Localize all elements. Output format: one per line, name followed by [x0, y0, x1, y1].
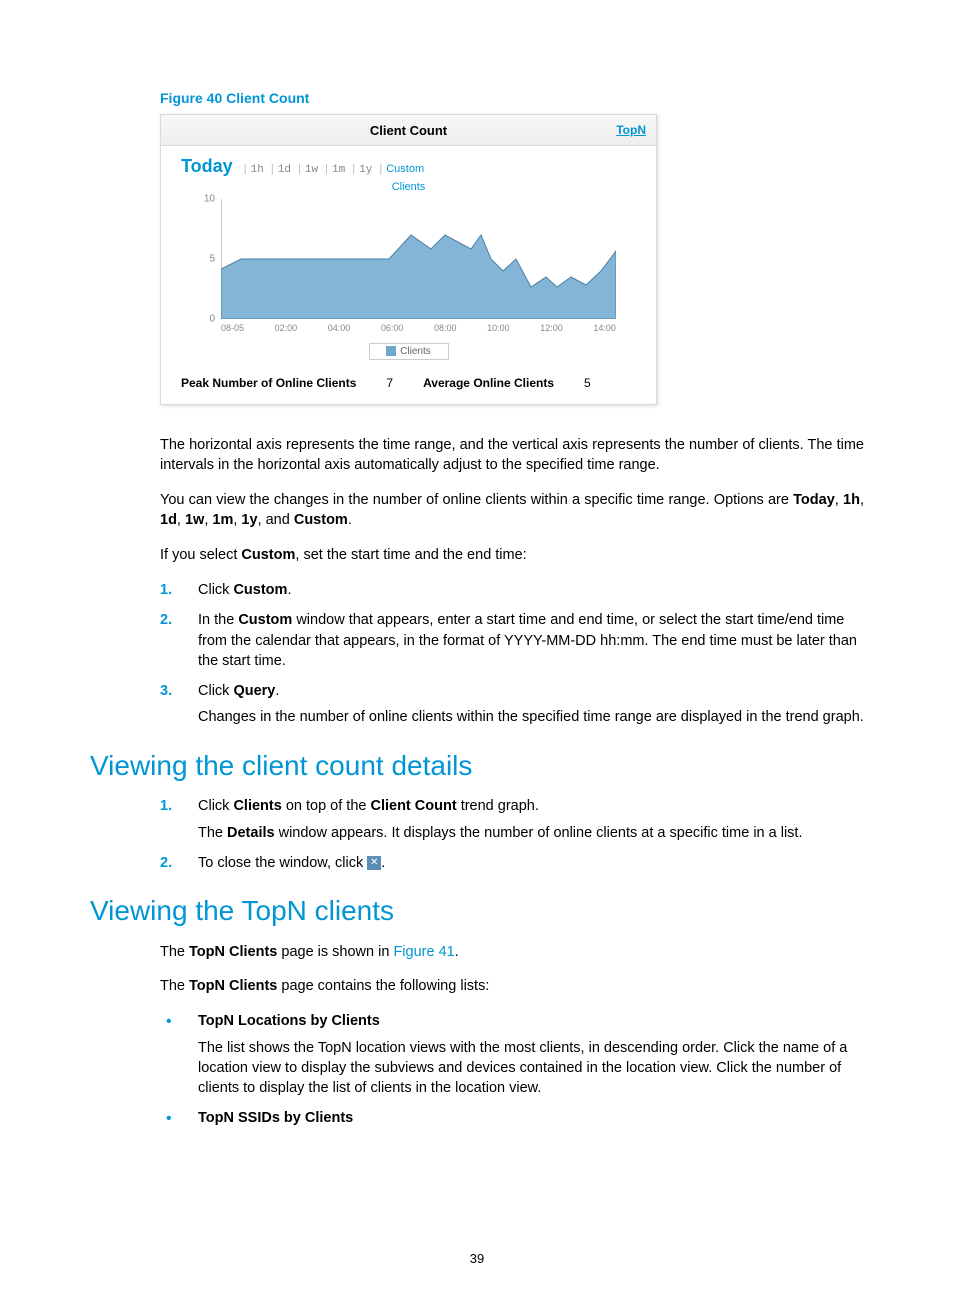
bullet-locations: TopN Locations by Clients The list shows…	[160, 1011, 864, 1098]
step-3: Click Query. Changes in the number of on…	[160, 681, 864, 728]
chart-title: Client Count	[161, 123, 656, 138]
chart-svg	[221, 199, 616, 319]
x-tick: 10:00	[487, 323, 510, 333]
avg-value: 5	[584, 376, 591, 390]
filter-custom[interactable]: Custom	[386, 163, 424, 175]
y-tick-5: 5	[209, 254, 215, 265]
filter-1d[interactable]: 1d	[278, 164, 291, 176]
time-range-filter: Today |1h |1d |1w |1m |1y |Custom	[161, 146, 656, 179]
custom-steps: Click Custom. In the Custom window that …	[160, 580, 864, 728]
bullet-locations-body: The list shows the TopN location views w…	[198, 1038, 864, 1099]
figure-41-link[interactable]: Figure 41	[393, 944, 454, 960]
heading-client-count-details: Viewing the client count details	[90, 750, 864, 782]
clients-link[interactable]: Clients	[161, 181, 656, 193]
filter-1m[interactable]: 1m	[332, 164, 345, 176]
filter-1h[interactable]: 1h	[251, 164, 264, 176]
topn-bullets: TopN Locations by Clients The list shows…	[160, 1011, 864, 1128]
step-2: In the Custom window that appears, enter…	[160, 610, 864, 671]
para-axis-desc: The horizontal axis represents the time …	[160, 435, 864, 476]
peak-label: Peak Number of Online Clients	[181, 376, 356, 390]
x-tick: 08-05	[221, 323, 244, 333]
figure-caption: Figure 40 Client Count	[160, 90, 864, 106]
details-steps: Click Clients on top of the Client Count…	[160, 796, 864, 873]
chart-stats: Peak Number of Online Clients 7 Average …	[181, 376, 636, 390]
x-tick: 14:00	[593, 323, 616, 333]
x-tick: 12:00	[540, 323, 563, 333]
step-3-sub: Changes in the number of online clients …	[198, 707, 864, 727]
step-1: Click Clients on top of the Client Count…	[160, 796, 864, 843]
bullet-ssids: TopN SSIDs by Clients	[160, 1108, 864, 1128]
para-topn-shown: The TopN Clients page is shown in Figure…	[160, 942, 864, 962]
heading-topn-clients: Viewing the TopN clients	[90, 895, 864, 927]
y-tick-0: 0	[209, 314, 215, 325]
page-number: 39	[0, 1251, 954, 1266]
y-tick-10: 10	[204, 194, 215, 205]
close-icon: ✕	[367, 856, 381, 870]
client-count-chart: Client Count TopN Today |1h |1d |1w |1m …	[160, 114, 657, 405]
chart-plot-area: 10 5 0	[221, 199, 636, 319]
chart-legend: Clients	[369, 343, 449, 360]
legend-label: Clients	[400, 346, 431, 357]
topn-link[interactable]: TopN	[616, 123, 646, 137]
x-tick: 08:00	[434, 323, 457, 333]
x-tick: 06:00	[381, 323, 404, 333]
step-1: Click Custom.	[160, 580, 864, 600]
avg-label: Average Online Clients	[423, 376, 554, 390]
para-topn-lists: The TopN Clients page contains the follo…	[160, 976, 864, 996]
x-axis-labels: 08-05 02:00 04:00 06:00 08:00 10:00 12:0…	[221, 323, 616, 333]
filter-today[interactable]: Today	[181, 156, 233, 176]
chart-header: Client Count TopN	[161, 115, 656, 146]
filter-1y[interactable]: 1y	[359, 164, 372, 176]
para-custom-intro: If you select Custom, set the start time…	[160, 545, 864, 565]
legend-swatch	[386, 346, 396, 356]
step-2: To close the window, click ✕.	[160, 853, 864, 873]
para-options: You can view the changes in the number o…	[160, 490, 864, 531]
filter-1w[interactable]: 1w	[305, 164, 318, 176]
step-1-sub: The Details window appears. It displays …	[198, 823, 864, 843]
peak-value: 7	[386, 376, 393, 390]
x-tick: 04:00	[328, 323, 351, 333]
x-tick: 02:00	[275, 323, 298, 333]
